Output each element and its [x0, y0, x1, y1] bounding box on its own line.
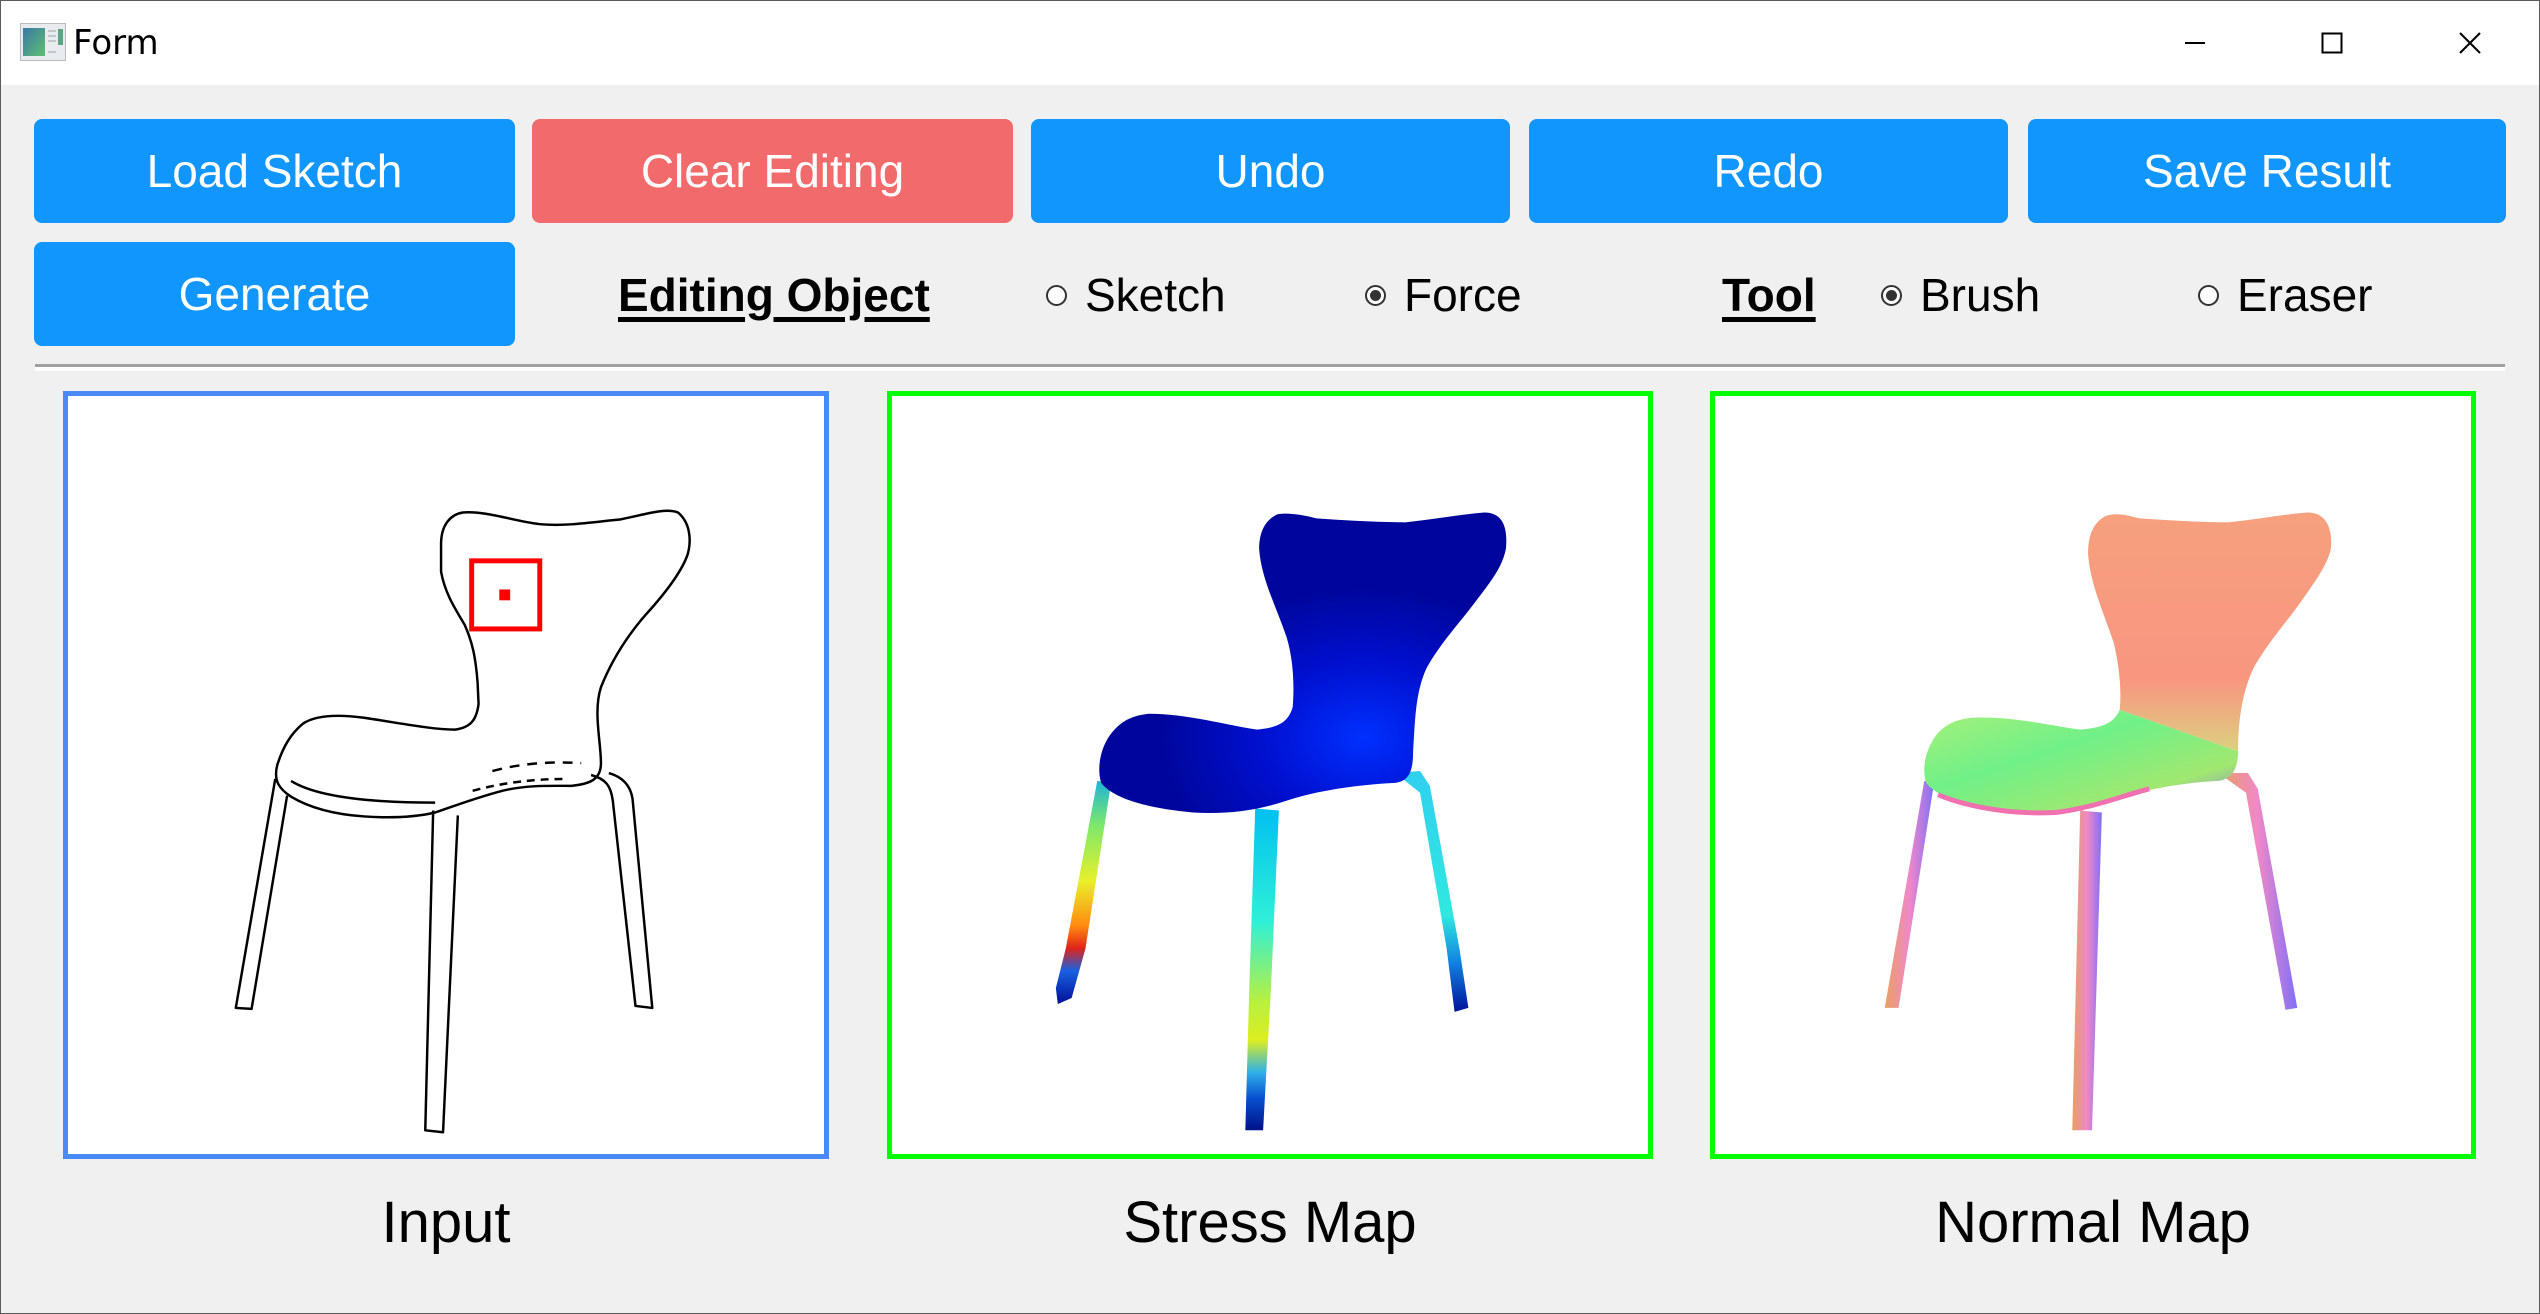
- chair-normal-map: [1884, 512, 2332, 1131]
- radio-force[interactable]: Force: [1365, 269, 1522, 321]
- chair-stress-map: [1055, 512, 1507, 1131]
- stress-leg-right: [1395, 771, 1469, 1012]
- radio-brush-indicator[interactable]: [1881, 284, 1902, 306]
- editing-object-label: Editing Object: [618, 269, 930, 321]
- radio-eraser[interactable]: Eraser: [2198, 269, 2372, 321]
- force-point-marker[interactable]: [499, 589, 511, 601]
- form-window-icon: [20, 23, 66, 61]
- minimize-icon: [2185, 42, 2205, 44]
- save-result-button[interactable]: Save Result: [2028, 119, 2506, 223]
- normal-map-label: Normal Map: [1935, 1190, 2251, 1255]
- normal-map-view: [1710, 391, 2476, 1159]
- close-button[interactable]: [2405, 1, 2535, 85]
- load-sketch-button[interactable]: Load Sketch: [34, 119, 515, 223]
- stress-map-view: [887, 391, 1653, 1159]
- radio-brush-label: Brush: [1920, 269, 2041, 321]
- normal-leg-left: [1884, 780, 1935, 1008]
- radio-sketch-indicator[interactable]: [1046, 284, 1067, 306]
- clear-editing-button[interactable]: Clear Editing: [532, 119, 1013, 223]
- input-canvas[interactable]: [63, 391, 829, 1159]
- title-bar: Form: [1, 1, 2539, 85]
- chair-sketch: [234, 509, 691, 1134]
- stress-leg-left: [1055, 780, 1112, 1004]
- radio-eraser-label: Eraser: [2237, 269, 2373, 321]
- generate-button[interactable]: Generate: [34, 242, 515, 346]
- maximize-icon: [2321, 32, 2343, 54]
- tool-label: Tool: [1722, 269, 1816, 321]
- radio-eraser-indicator[interactable]: [2198, 284, 2219, 306]
- separator-line: [35, 364, 2505, 371]
- radio-brush[interactable]: Brush: [1881, 269, 2040, 321]
- window-title: Form: [73, 23, 159, 63]
- normal-leg-middle: [2072, 810, 2102, 1131]
- normal-leg-right: [2218, 773, 2298, 1010]
- undo-button[interactable]: Undo: [1031, 119, 1510, 223]
- stress-leg-middle: [1245, 808, 1279, 1131]
- radio-force-indicator[interactable]: [1365, 284, 1386, 306]
- close-icon: [2459, 32, 2481, 54]
- input-label: Input: [381, 1190, 511, 1255]
- minimize-button[interactable]: [2130, 1, 2260, 85]
- radio-force-label: Force: [1404, 269, 1522, 321]
- maximize-button[interactable]: [2267, 1, 2397, 85]
- stress-body: [1099, 512, 1507, 813]
- radio-sketch[interactable]: Sketch: [1046, 269, 1226, 321]
- radio-sketch-label: Sketch: [1085, 269, 1226, 321]
- app-window: Form Load Sketch Clear Editing Undo Redo…: [0, 0, 2540, 1314]
- redo-button[interactable]: Redo: [1529, 119, 2008, 223]
- stress-map-label: Stress Map: [1123, 1190, 1417, 1255]
- chair-outline: [234, 509, 691, 1134]
